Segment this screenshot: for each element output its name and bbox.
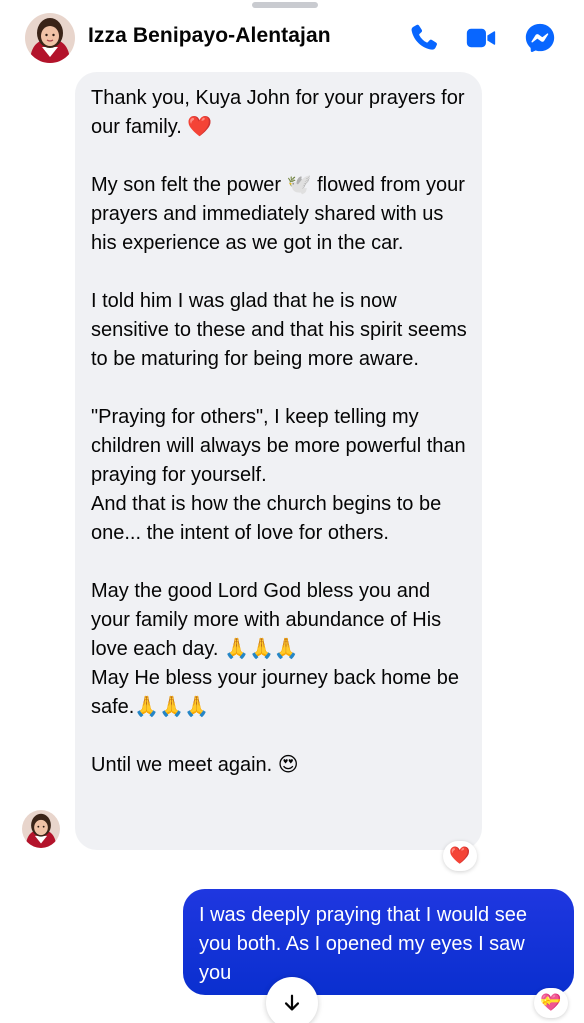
gift-heart-icon: 💝 [540,993,562,1012]
messenger-button[interactable] [522,20,558,56]
sender-avatar[interactable] [22,810,60,848]
chat-header: Izza Benipayo-Alentajan [0,0,584,72]
outgoing-message-bubble[interactable]: I was deeply praying that I would see yo… [183,889,574,995]
message-paragraph: My son felt the power 🕊️ flowed from you… [91,174,471,254]
video-call-button[interactable] [463,20,499,56]
incoming-message-bubble[interactable]: Thank you, Kuya John for your prayers fo… [75,72,482,850]
message-paragraph: I told him I was glad that he is now sen… [91,290,473,370]
gift-heart-reaction[interactable]: 💝 [534,988,568,1018]
scroll-to-bottom-button[interactable] [266,977,318,1023]
message-paragraph: Until we meet again. 😍 [91,754,299,776]
message-text: I was deeply praying that I would see yo… [199,904,527,984]
heart-reaction[interactable]: ❤️ [443,841,477,871]
message-paragraph: "Praying for others", I keep telling my … [91,406,466,544]
arrow-down-icon [284,994,300,1011]
contact-name[interactable]: Izza Benipayo-Alentajan [88,24,331,48]
message-paragraph: May the good Lord God bless you and your… [91,580,459,718]
contact-avatar[interactable] [25,13,75,63]
video-camera-icon [466,28,496,48]
call-button[interactable] [406,20,442,56]
heart-icon: ❤️ [449,846,471,865]
message-paragraph: Thank you, Kuya John for your prayers fo… [91,87,471,138]
messenger-icon [525,23,555,53]
phone-icon [411,24,437,50]
